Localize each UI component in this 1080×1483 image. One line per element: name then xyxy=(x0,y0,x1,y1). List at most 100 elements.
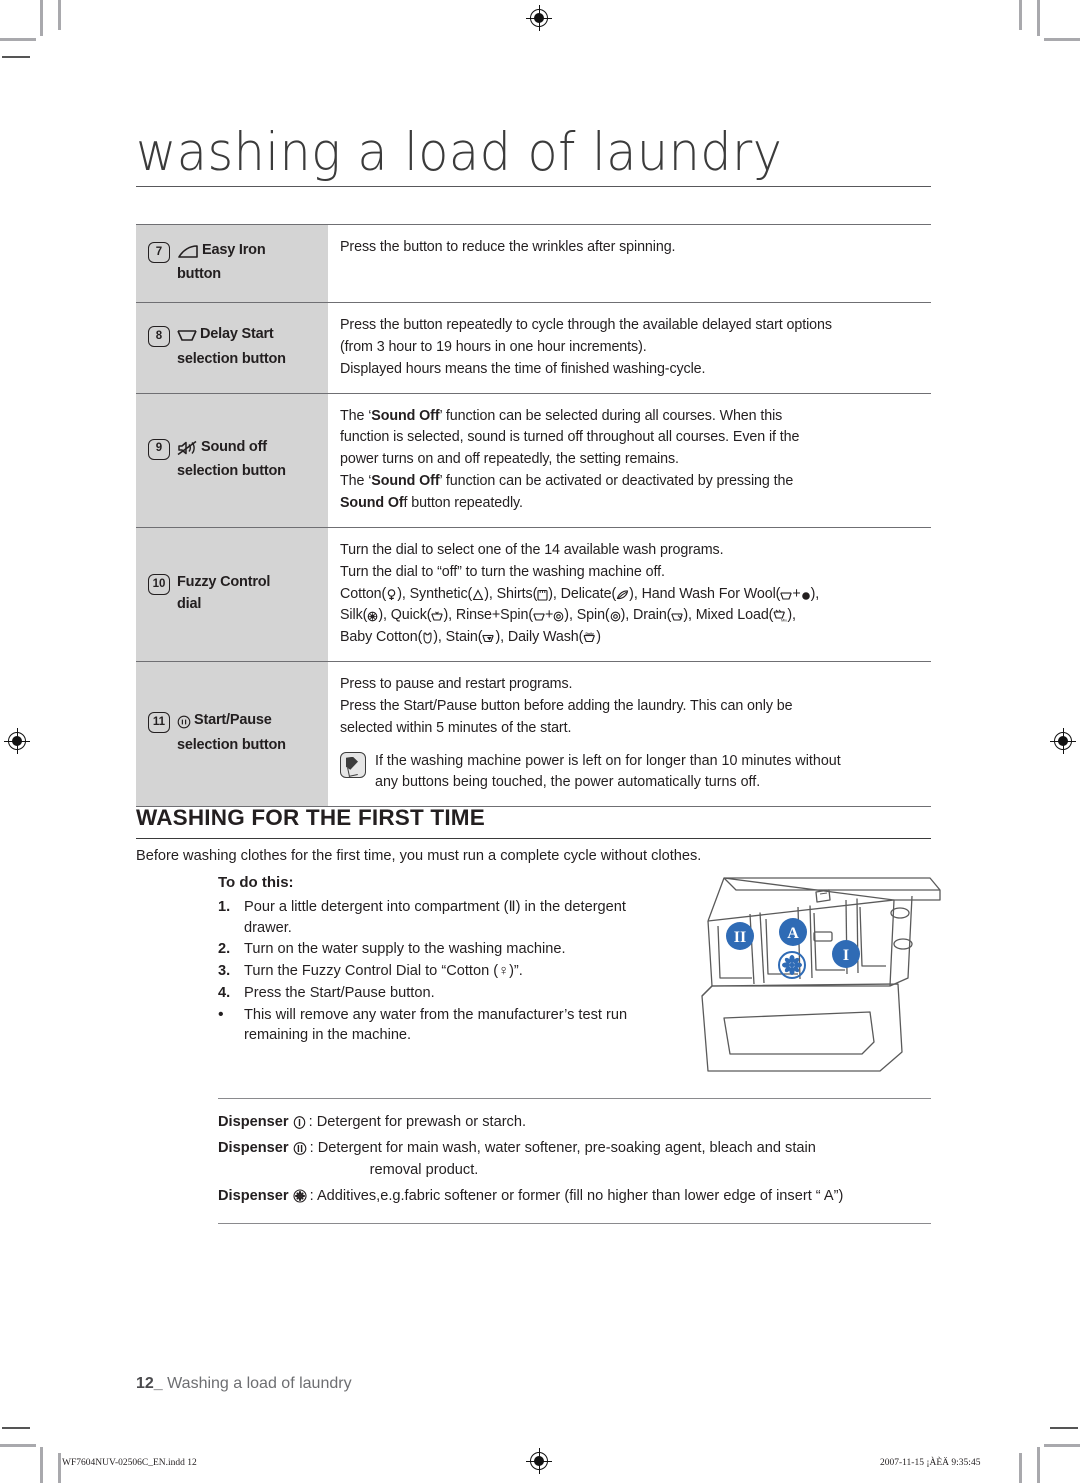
button-label-text: Easy Iron button xyxy=(177,239,266,286)
button-label-line2: selection button xyxy=(177,350,286,367)
svg-text:I: I xyxy=(843,947,849,964)
note-callout: If the washing machine power is left on … xyxy=(340,751,927,794)
crop-mark-bl-v xyxy=(40,1447,43,1483)
crop-mark-tl-h xyxy=(0,38,36,41)
description-line: The ‘Sound Off’ function can be selected… xyxy=(340,407,783,424)
button-description-table: 7 Easy Iron button Press the button to r… xyxy=(136,224,931,807)
program-drain: Drain xyxy=(633,607,667,624)
description-line: The ‘Sound Off’ function can be activate… xyxy=(340,473,794,490)
list-item: 1. Pour a little detergent into compartm… xyxy=(218,897,688,938)
button-label-text: Sound off selection button xyxy=(177,436,286,483)
description-line: Press the button repeatedly to cycle thr… xyxy=(340,316,832,333)
daily-wash-icon: Daily xyxy=(583,629,596,645)
silk-icon xyxy=(367,607,378,623)
svg-text:A: A xyxy=(787,925,799,942)
button-label-line2: button xyxy=(177,266,221,283)
delay-start-icon xyxy=(177,325,197,347)
crop-mark-tr-h xyxy=(1044,38,1080,41)
button-label-cell: 8 Delay Start selection button xyxy=(136,301,328,394)
note-pencil-icon xyxy=(340,751,366,778)
step-body: This will remove any water from the manu… xyxy=(244,1005,688,1046)
step-number-badge: 10 xyxy=(148,573,170,595)
print-timestamp: 2007-11-15 ¡ÀÈÄ 9:35:45 xyxy=(880,1458,981,1468)
button-description-cell: Press the button to reduce the wrinkles … xyxy=(328,224,931,303)
crop-mark-bl-h xyxy=(2,1427,30,1429)
button-label-cell: 10 Fuzzy Control dial xyxy=(136,526,328,662)
dispenser-description: : Detergent for prewash or starch. xyxy=(309,1112,931,1134)
program-baby-cotton: Baby Cotton xyxy=(340,629,418,646)
drain-icon xyxy=(671,607,684,623)
button-description-cell: Press the button repeatedly to cycle thr… xyxy=(328,301,931,394)
step-marker: 2. xyxy=(218,941,231,958)
crop-mark-br-h2 xyxy=(1044,1444,1080,1447)
button-description-cell: Press to pause and restart programs. Pre… xyxy=(328,661,931,807)
description-line: Press the Start/Pause button before addi… xyxy=(340,697,793,714)
program-stain: Stain xyxy=(445,629,478,646)
step-marker: 1. xyxy=(218,899,231,915)
list-item: • This will remove any water from the ma… xyxy=(218,1005,688,1046)
wool-ball-icon xyxy=(801,586,811,602)
step-body: Turn the Fuzzy Control Dial to “Cotton (… xyxy=(244,963,523,980)
table-row: 9 Sound off selection button The ‘Sound … xyxy=(136,392,931,528)
registration-mark-left xyxy=(4,728,30,754)
step-marker: 3. xyxy=(218,963,231,980)
step-body: Pour a little detergent into compartment… xyxy=(244,897,688,938)
description-line: Press to pause and restart programs. xyxy=(340,676,573,693)
quick-icon xyxy=(431,607,444,623)
description-line: selected within 5 minutes of the start. xyxy=(340,719,572,736)
spin-icon xyxy=(610,607,621,623)
program-synthetic: Synthetic xyxy=(409,585,468,602)
crop-mark-br-h xyxy=(1050,1427,1078,1429)
program-silk: Silk xyxy=(340,607,363,624)
step-marker: 4. xyxy=(218,984,231,1001)
step-body: Turn on the water supply to the washing … xyxy=(244,941,566,958)
page-content: washing a load of laundry 7 Easy Iron bu… xyxy=(136,0,941,1483)
step-line: This will remove any water from the manu… xyxy=(244,1006,628,1023)
description-line: function is selected, sound is turned of… xyxy=(340,429,800,446)
delicate-icon xyxy=(616,586,629,602)
table-row: 8 Delay Start selection button Press the… xyxy=(136,301,931,394)
section-intro: Before washing clothes for the first tim… xyxy=(136,848,702,864)
program-hand-wash-wool: Hand Wash For Wool xyxy=(641,585,776,602)
note-body: If the washing machine power is left on … xyxy=(375,751,841,794)
list-item: Dispenser : Additives,e.g.fabric softene… xyxy=(218,1186,931,1208)
button-label-line1: Start/Pause xyxy=(194,712,272,729)
button-label-line2: selection button xyxy=(177,463,286,480)
note-line: If the washing machine power is left on … xyxy=(375,752,841,769)
step-number-badge: 7 xyxy=(148,242,170,263)
dispenser-label-text: Dispenser xyxy=(218,1139,289,1156)
program-cotton: Cotton xyxy=(340,585,382,602)
page-number: 12_ xyxy=(136,1375,163,1392)
handwash-tub-icon xyxy=(780,586,793,602)
section-divider xyxy=(136,838,931,840)
cotton-icon xyxy=(386,586,397,602)
button-label-cell: 9 Sound off selection button xyxy=(136,392,328,528)
button-label-text: Delay Start selection button xyxy=(177,323,286,370)
crop-mark-tr-v xyxy=(1037,0,1040,36)
program-delicate: Delicate xyxy=(560,585,612,602)
note-line: any buttons being touched, the power aut… xyxy=(375,774,761,791)
sound-off-icon xyxy=(177,438,198,460)
button-label-line2: selection button xyxy=(177,736,286,753)
baby-cotton-icon xyxy=(422,629,433,645)
program-quick: Quick xyxy=(390,607,427,624)
detergent-drawer-illustration: II A I xyxy=(694,866,946,1081)
svg-text:II: II xyxy=(734,929,746,946)
program-daily-wash: Daily Wash xyxy=(507,629,579,646)
table-row: 10 Fuzzy Control dial Turn the dial to s… xyxy=(136,526,931,662)
crop-mark-bl-h2 xyxy=(0,1444,36,1447)
step-line: remaining in the machine. xyxy=(244,1027,412,1044)
todo-label: To do this: xyxy=(218,874,294,891)
button-description-cell: Turn the dial to select one of the 14 av… xyxy=(328,526,931,662)
stain-icon xyxy=(482,629,495,645)
dispenser-description-text: : Additives,e.g.fabric softener or forme… xyxy=(309,1187,844,1204)
list-item: 2. Turn on the water supply to the washi… xyxy=(218,939,688,960)
dispenser-label: Dispenser xyxy=(218,1186,310,1208)
dispenser-description: : Detergent for main wash, water softene… xyxy=(310,1138,931,1182)
table-row: 11 Start/Pause selection button Press to… xyxy=(136,661,931,807)
crop-mark-tl-v xyxy=(40,0,43,36)
button-label-line1: Easy Iron xyxy=(202,242,266,258)
dispenser-description: : Additives,e.g.fabric softener or forme… xyxy=(310,1186,931,1208)
list-item: Dispenser : Detergent for main wash, wat… xyxy=(218,1138,931,1182)
step-number-badge: 11 xyxy=(148,712,170,734)
